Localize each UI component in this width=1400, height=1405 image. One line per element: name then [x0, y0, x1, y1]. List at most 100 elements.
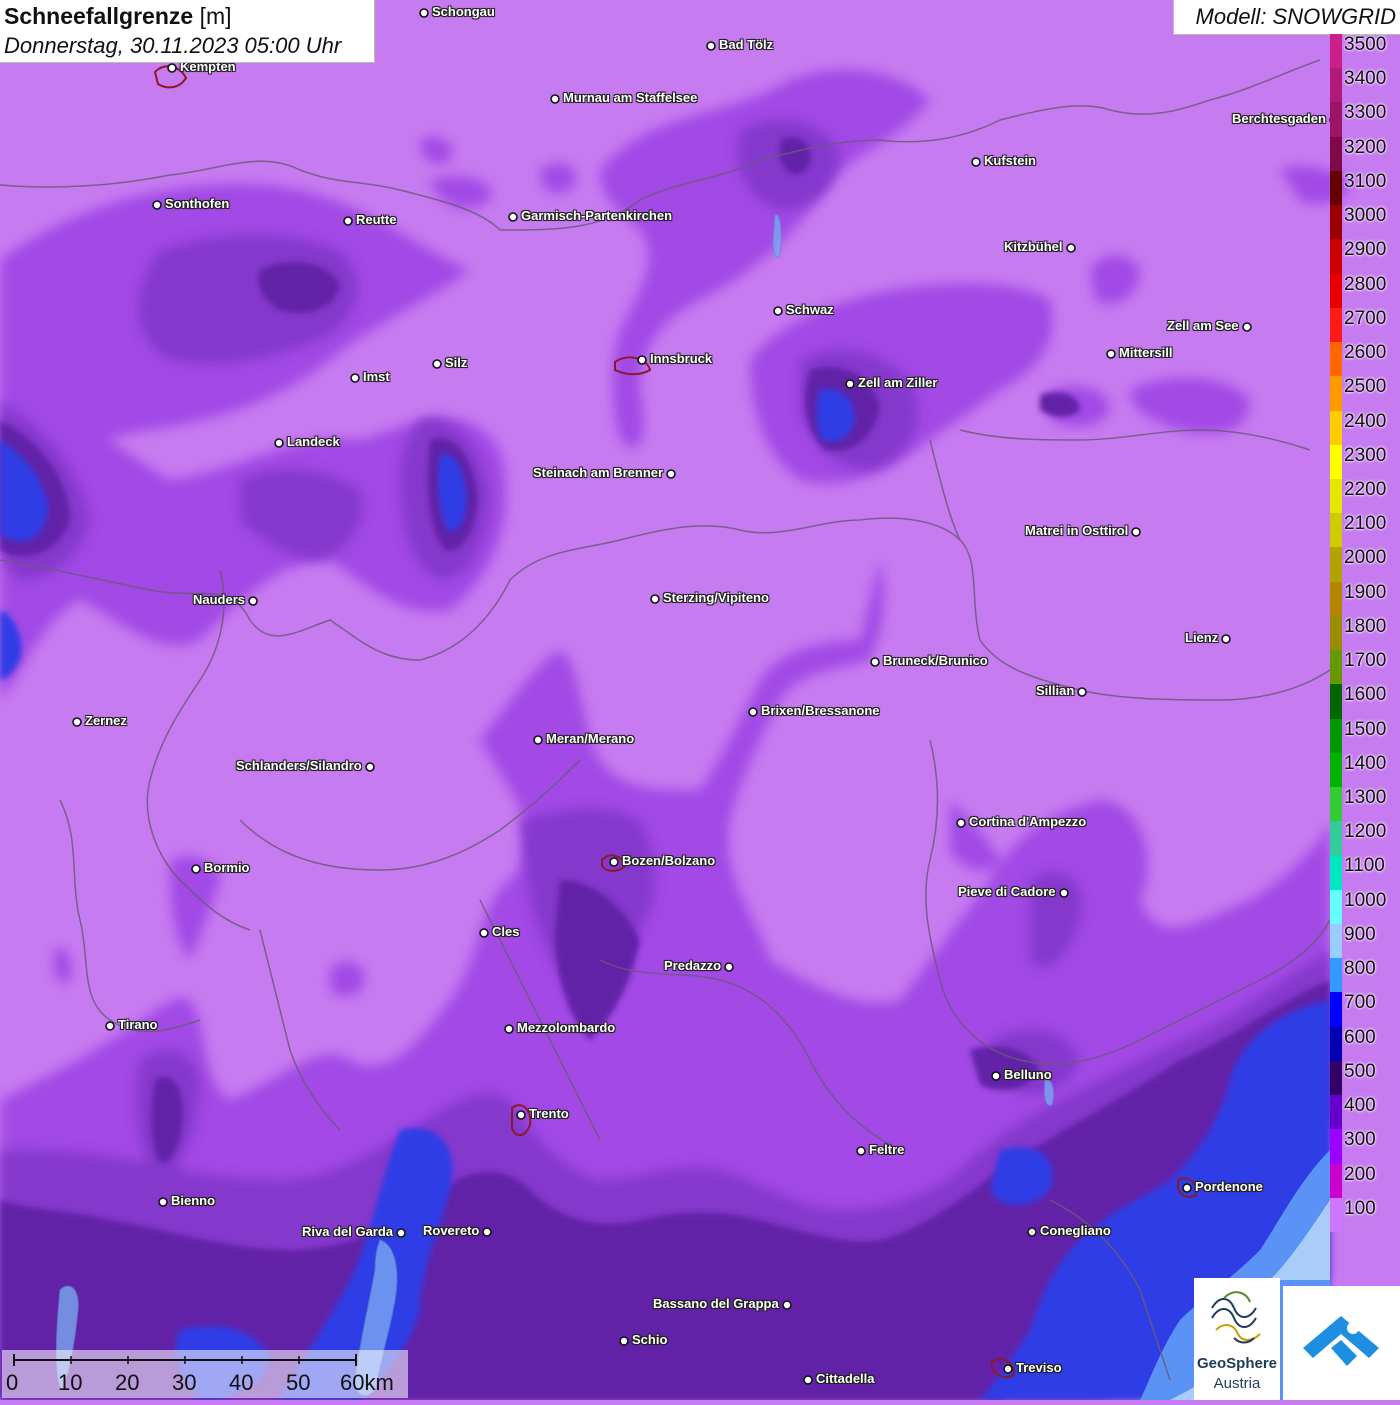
- legend-label-1400: 1400: [1344, 752, 1387, 774]
- legend-label-1300: 1300: [1344, 787, 1387, 809]
- city-marker-predazzo: [724, 962, 734, 972]
- city-marker-schio: [619, 1336, 629, 1346]
- legend-swatch-2600: [1330, 342, 1342, 377]
- legend-label-3000: 3000: [1344, 205, 1387, 227]
- legend-swatch-2700: [1330, 307, 1342, 343]
- legend-swatch-400: [1330, 1095, 1342, 1130]
- city-label-kitzb-hel: Kitzbühel: [1004, 239, 1063, 254]
- city-marker-mittersill: [1106, 349, 1116, 359]
- city-label-cles: Cles: [492, 924, 520, 939]
- city-label-bassano-del-grappa: Bassano del Grappa: [653, 1296, 779, 1311]
- legend-label-2900: 2900: [1344, 239, 1387, 261]
- city-label-nauders: Nauders: [193, 592, 246, 607]
- legend-label-2100: 2100: [1344, 513, 1387, 535]
- scale-label: 50: [286, 1370, 311, 1395]
- city-marker-landeck: [274, 438, 284, 448]
- city-label-conegliano: Conegliano: [1040, 1223, 1111, 1238]
- city-label-feltre: Feltre: [869, 1142, 905, 1157]
- city-marker-rovereto: [482, 1227, 492, 1237]
- city-marker-feltre: [856, 1146, 866, 1156]
- legend-label-1500: 1500: [1344, 718, 1387, 740]
- city-label-tirano: Tirano: [118, 1017, 158, 1032]
- legend-swatch-3400: [1330, 68, 1342, 103]
- city-label-pordenone: Pordenone: [1195, 1179, 1263, 1194]
- city-marker-schongau: [419, 8, 429, 18]
- legend-label-3400: 3400: [1344, 68, 1387, 90]
- scale-label: 0: [6, 1370, 19, 1395]
- legend-label-300: 300: [1344, 1129, 1376, 1151]
- legend-swatch-3300: [1330, 102, 1342, 138]
- scale-bar: 0 10 20 30 40 50 60km: [2, 1350, 408, 1398]
- legend-swatch-1800: [1330, 615, 1342, 651]
- legend-swatch-2900: [1330, 239, 1342, 275]
- legend-swatch-2400: [1330, 410, 1342, 446]
- city-label-treviso: Treviso: [1016, 1360, 1062, 1375]
- map-title-text: Schneefallgrenze: [4, 3, 194, 29]
- city-marker-sterzing-vipiteno: [650, 594, 660, 604]
- city-marker-cortina-d-ampezzo: [956, 818, 966, 828]
- legend-swatch-2000: [1330, 547, 1342, 583]
- city-marker-bruneck-brunico: [870, 657, 880, 667]
- city-label-kufstein: Kufstein: [984, 153, 1036, 168]
- city-marker-mezzolombardo: [504, 1024, 514, 1034]
- legend-swatch-500: [1330, 1060, 1342, 1096]
- scale-label: 10: [58, 1370, 83, 1395]
- legend-label-2800: 2800: [1344, 273, 1387, 295]
- legend-label-1800: 1800: [1344, 615, 1387, 637]
- model-label: Modell: SNOWGRID: [1195, 4, 1396, 29]
- city-label-schio: Schio: [632, 1332, 668, 1347]
- scale-label: 60km: [340, 1370, 394, 1395]
- legend-swatch-1500: [1330, 718, 1342, 754]
- city-label-belluno: Belluno: [1004, 1067, 1052, 1082]
- city-marker-kufstein: [971, 157, 981, 167]
- model-box: Modell: SNOWGRID: [1173, 0, 1400, 35]
- legend-label-3300: 3300: [1344, 102, 1387, 124]
- city-label-berchtesgaden: Berchtesgaden: [1232, 111, 1326, 126]
- city-marker-pordenone: [1182, 1183, 1192, 1193]
- city-label-predazzo: Predazzo: [664, 958, 722, 973]
- geosphere-name: GeoSphere: [1196, 1355, 1278, 1372]
- city-label-sterzing-vipiteno: Sterzing/Vipiteno: [663, 590, 769, 605]
- legend-label-2200: 2200: [1344, 478, 1387, 500]
- legend-swatch-3500: [1330, 34, 1342, 69]
- legend-swatch-1400: [1330, 752, 1342, 788]
- geosphere-logo-icon: [1211, 1291, 1261, 1344]
- legend-label-2300: 2300: [1344, 444, 1387, 466]
- city-label-bad-t-lz: Bad Tölz: [719, 37, 774, 52]
- legend-label-700: 700: [1344, 992, 1376, 1014]
- city-marker-tirano: [105, 1021, 115, 1031]
- city-marker-garmisch-partenkirchen: [508, 212, 518, 222]
- city-marker-kitzb-hel: [1066, 243, 1076, 253]
- legend-label-600: 600: [1344, 1026, 1376, 1048]
- city-marker-matrei-in-osttirol: [1131, 527, 1141, 537]
- city-label-imst: Imst: [363, 369, 390, 384]
- legend-label-3500: 3500: [1344, 34, 1387, 55]
- city-label-cortina-d-ampezzo: Cortina d'Ampezzo: [969, 814, 1087, 829]
- legend-swatch-3000: [1330, 205, 1342, 240]
- legend-label-1600: 1600: [1344, 684, 1387, 706]
- city-marker-schwaz: [773, 306, 783, 316]
- city-label-cittadella: Cittadella: [816, 1371, 875, 1386]
- map-datetime: Donnerstag, 30.11.2023 05:00 Uhr: [4, 33, 342, 58]
- city-label-bienno: Bienno: [171, 1193, 216, 1208]
- city-marker-zell-am-see: [1242, 322, 1252, 332]
- city-marker-bassano-del-grappa: [782, 1300, 792, 1310]
- map-unit: [m]: [199, 3, 232, 29]
- city-label-zell-am-see: Zell am See: [1167, 318, 1239, 333]
- legend-swatch-800: [1330, 958, 1342, 993]
- city-marker-reutte: [343, 216, 353, 226]
- legend-label-800: 800: [1344, 958, 1376, 980]
- legend-swatch-2100: [1330, 513, 1342, 548]
- legend-swatch-2500: [1330, 376, 1342, 411]
- legend-swatch-700: [1330, 992, 1342, 1028]
- legend-label-3200: 3200: [1344, 136, 1387, 158]
- city-marker-bad-t-lz: [706, 41, 716, 51]
- city-label-sonthofen: Sonthofen: [165, 196, 230, 211]
- legend-swatch-1200: [1330, 821, 1342, 856]
- city-label-lienz: Lienz: [1185, 630, 1219, 645]
- city-label-bormio: Bormio: [204, 860, 250, 875]
- city-label-riva-del-garda: Riva del Garda: [302, 1224, 394, 1239]
- legend-label-1100: 1100: [1344, 855, 1385, 877]
- city-marker-sillian: [1077, 687, 1087, 697]
- city-marker-sonthofen: [152, 200, 162, 210]
